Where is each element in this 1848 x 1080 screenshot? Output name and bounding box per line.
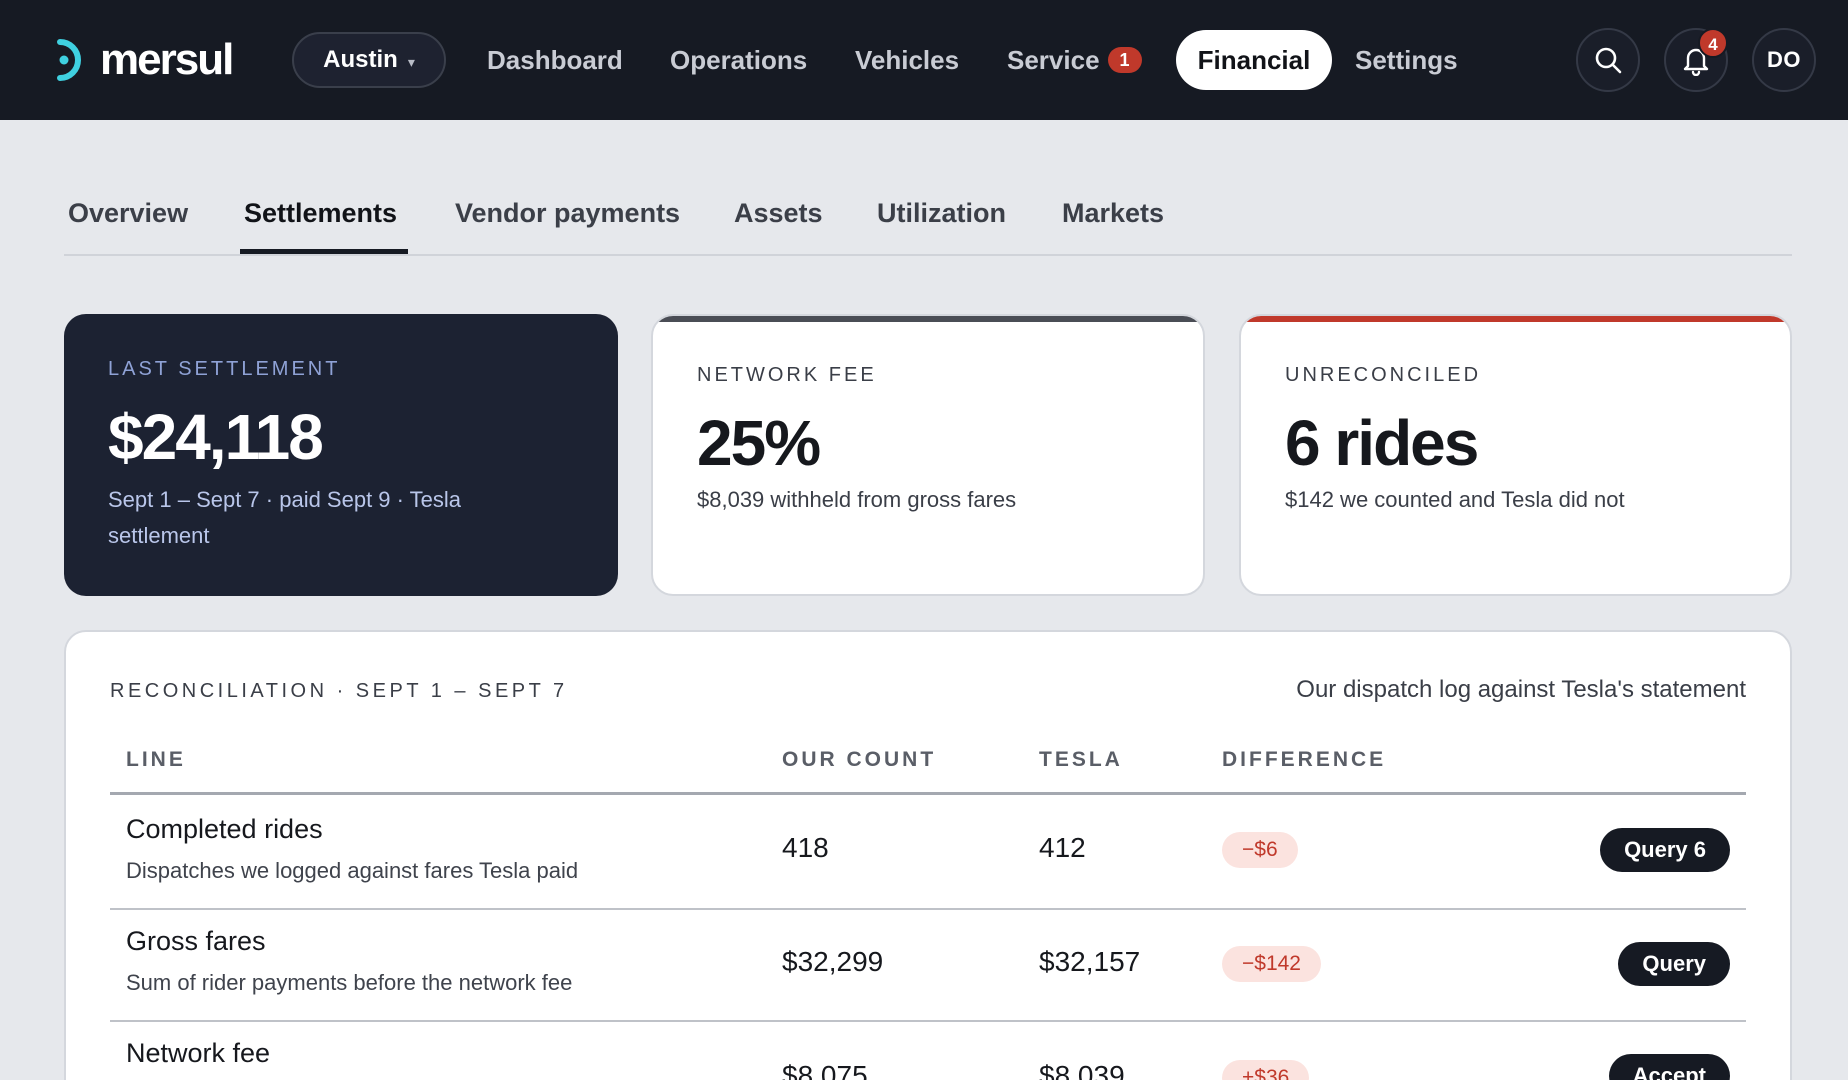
row-our-count: $32,299 (782, 946, 884, 977)
row-title: Completed rides (126, 814, 323, 844)
network-fee-card: NETWORK FEE 25% $8,039 withheld from gro… (651, 314, 1205, 596)
row-title: Gross fares (126, 926, 266, 956)
unreconciled-label: UNRECONCILED (1285, 364, 1482, 386)
active-tab-indicator (240, 249, 408, 254)
row-tesla-count: 412 (1039, 832, 1086, 863)
tab-markets[interactable]: Markets (1062, 198, 1164, 254)
row-description: Dispatches we logged against fares Tesla… (126, 858, 579, 883)
tab-utilization[interactable]: Utilization (877, 198, 1006, 254)
last-settlement-label: LAST SETTLEMENT (108, 358, 341, 380)
reconciliation-title: RECONCILIATION · SEPT 1 – SEPT 7 (110, 680, 568, 702)
row-title: Network fee (126, 1038, 271, 1068)
chevron-down-icon: ▾ (407, 53, 415, 70)
row-tesla-count: $32,157 (1039, 946, 1141, 977)
search-icon (1595, 47, 1622, 74)
service-count-badge: 1 (1107, 47, 1142, 74)
financial-tabs: Overview Settlements Vendor payments Ass… (64, 186, 1792, 256)
reconciliation-panel: RECONCILIATION · SEPT 1 – SEPT 7 Our dis… (64, 630, 1792, 1080)
row-our-count: 418 (782, 832, 829, 863)
nav-operations[interactable]: Operations (670, 30, 807, 90)
network-fee-value: 25% (697, 407, 821, 479)
unreconciled-accent (1241, 316, 1790, 322)
notifications-button[interactable]: 4 (1664, 28, 1728, 92)
row-difference-badge: −$6 (1222, 832, 1298, 868)
row-our-count: $8,075 (782, 1060, 868, 1080)
top-bar: mersul Austin ▾ Dashboard Operations Veh… (0, 0, 1848, 120)
nav-service[interactable]: Service 1 (1007, 30, 1142, 90)
tab-vendor-payments[interactable]: Vendor payments (455, 198, 680, 254)
row-difference-badge: +$36 (1222, 1060, 1310, 1080)
unreconciled-detail: $142 we counted and Tesla did not (1285, 487, 1625, 512)
nav-dashboard[interactable]: Dashboard (487, 30, 623, 90)
network-fee-accent (653, 316, 1203, 322)
accept-button[interactable]: Accept (1608, 1054, 1730, 1080)
unreconciled-card: UNRECONCILED 6 rides $142 we counted and… (1239, 314, 1792, 596)
query-button[interactable]: Query 6 (1600, 828, 1730, 872)
last-settlement-period: Sept 1 – Sept 7 · paid Sept 9 · Tesla (108, 487, 462, 512)
nav-settings[interactable]: Settings (1355, 30, 1458, 90)
brand-name: mersul (100, 35, 234, 84)
reconciliation-note: Our dispatch log against Tesla's stateme… (1296, 676, 1746, 703)
row-tesla-count: $8,039 (1039, 1060, 1125, 1080)
table-header-divider (110, 792, 1746, 795)
search-button[interactable] (1576, 28, 1640, 92)
last-settlement-source: settlement (108, 523, 210, 548)
column-header-line: LINE (126, 748, 186, 771)
avatar-initials: DO (1767, 47, 1801, 72)
unreconciled-value: 6 rides (1285, 407, 1479, 479)
tab-overview[interactable]: Overview (68, 198, 188, 254)
nav-financial[interactable]: Financial (1176, 30, 1332, 90)
row-difference-badge: −$142 (1222, 946, 1321, 982)
nav-vehicles[interactable]: Vehicles (855, 30, 959, 90)
logo-mark-icon (57, 39, 81, 81)
column-header-our-count: OUR COUNT (782, 748, 937, 771)
nav-service-label: Service (1007, 45, 1100, 75)
brand-logo[interactable]: mersul (48, 35, 234, 84)
query-button[interactable]: Query (1618, 942, 1730, 986)
last-settlement-value: $24,118 (108, 401, 324, 473)
column-header-tesla: TESLA (1039, 748, 1123, 771)
network-fee-label: NETWORK FEE (697, 364, 877, 386)
row-description: Sum of rider payments before the network… (126, 970, 573, 995)
user-avatar[interactable]: DO (1752, 28, 1816, 92)
row-divider (110, 908, 1746, 910)
column-header-difference: DIFFERENCE (1222, 748, 1387, 771)
market-selector-label: Austin (323, 46, 398, 73)
notification-count-badge: 4 (1698, 28, 1728, 58)
last-settlement-card: LAST SETTLEMENT $24,118 Sept 1 – Sept 7 … (64, 314, 618, 596)
tab-assets[interactable]: Assets (734, 198, 823, 254)
tab-settlements[interactable]: Settlements (244, 198, 397, 254)
network-fee-detail: $8,039 withheld from gross fares (697, 487, 1017, 512)
row-divider (110, 1020, 1746, 1022)
market-selector[interactable]: Austin ▾ (292, 32, 446, 88)
